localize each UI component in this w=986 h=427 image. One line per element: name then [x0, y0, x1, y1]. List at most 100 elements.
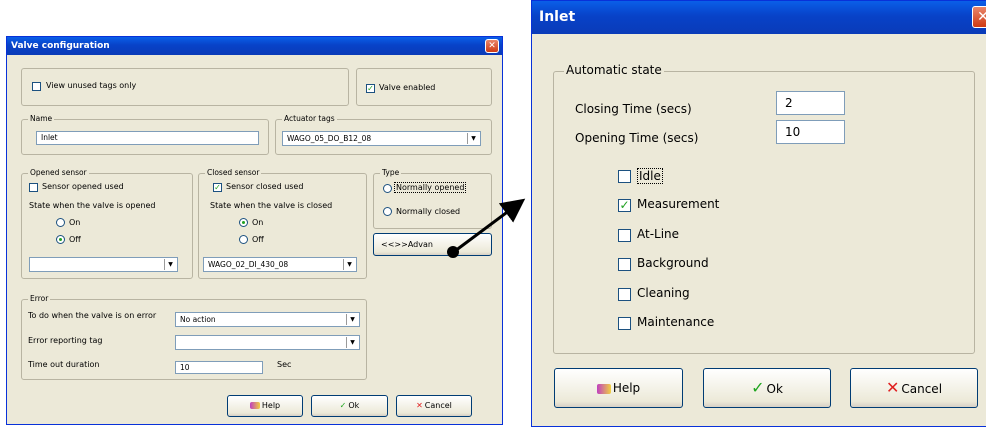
- closing-time-label: Closing Time (secs): [575, 102, 692, 116]
- opened-off-label: Off: [69, 235, 81, 244]
- opened-on-label: On: [69, 218, 81, 227]
- valve-config-titlebar: Valve configuration ✕: [7, 37, 502, 55]
- normally-closed-radio[interactable]: [383, 207, 392, 216]
- name-group: Name Inlet: [21, 114, 269, 155]
- cancel-label: Cancel: [424, 401, 452, 410]
- opening-time-field[interactable]: 10: [776, 120, 845, 144]
- close-icon[interactable]: ✕: [485, 39, 499, 53]
- chevron-down-icon[interactable]: ▼: [346, 314, 358, 325]
- cancel-x-icon: ✕: [416, 401, 423, 410]
- help-button[interactable]: Help: [227, 395, 303, 417]
- state-checkbox[interactable]: ✓: [618, 199, 631, 212]
- help-label: Help: [261, 401, 281, 410]
- view-unused-checkbox[interactable]: [32, 82, 41, 91]
- state-label: Background: [637, 256, 709, 270]
- error-action-dropdown[interactable]: No action ▼: [175, 312, 360, 327]
- error-tag-label: Error reporting tag: [28, 336, 103, 345]
- chevron-down-icon[interactable]: ▼: [346, 337, 358, 348]
- closed-off-radio[interactable]: [239, 235, 248, 244]
- normally-opened-label: Normally opened: [394, 182, 467, 193]
- closed-state-label: State when the valve is closed: [210, 201, 333, 210]
- opening-time-label: Opening Time (secs): [575, 131, 699, 145]
- valve-config-title: Valve configuration: [11, 41, 110, 51]
- cancel-button[interactable]: ✕ Cancel: [396, 395, 472, 417]
- closing-time-field[interactable]: 2: [776, 91, 845, 115]
- opened-sensor-used-label: Sensor opened used: [42, 182, 124, 191]
- normally-opened-radio[interactable]: [383, 184, 392, 193]
- state-label: Measurement: [637, 197, 720, 211]
- name-field[interactable]: Inlet: [36, 131, 259, 145]
- inlet-title: Inlet: [539, 9, 576, 25]
- closed-sensor-tag-dropdown[interactable]: WAGO_02_DI_430_08 ▼: [203, 257, 357, 272]
- state-label: Idle: [637, 168, 663, 184]
- valve-enabled-checkbox[interactable]: ✓: [366, 84, 375, 93]
- actuator-tags-dropdown[interactable]: WAGO_05_DO_B12_08 ▼: [282, 131, 481, 146]
- name-group-title: Name: [28, 114, 55, 123]
- timeout-unit: Sec: [277, 360, 292, 369]
- timeout-label: Time out duration: [28, 360, 100, 369]
- valve-configuration-dialog: Valve configuration ✕ View unused tags o…: [6, 36, 503, 425]
- advanced-button[interactable]: <<>>Advan: [373, 233, 492, 256]
- checkmark-icon: ✓: [339, 401, 347, 410]
- advanced-label: Advan: [407, 240, 433, 249]
- valve-enabled-label: Valve enabled: [379, 83, 436, 92]
- help-button[interactable]: Help: [554, 368, 683, 408]
- type-group: Type Normally opened Normally closed: [373, 168, 492, 229]
- view-unused-label: View unused tags only: [46, 81, 137, 90]
- error-action-label: To do when the valve is on error: [28, 311, 157, 320]
- chevron-down-icon[interactable]: ▼: [164, 259, 176, 270]
- error-tag-dropdown[interactable]: ▼: [175, 335, 360, 350]
- help-icon: [249, 402, 260, 409]
- state-label: Maintenance: [637, 315, 715, 329]
- ok-label: Ok: [348, 401, 360, 410]
- checkmark-icon: ✓: [751, 378, 765, 397]
- ok-button[interactable]: ✓ Ok: [703, 368, 831, 408]
- ok-button[interactable]: ✓ Ok: [311, 395, 388, 417]
- inlet-titlebar: Inlet ✕: [532, 1, 986, 34]
- cancel-label: Cancel: [901, 382, 943, 396]
- view-unused-group: View unused tags only: [21, 68, 349, 106]
- timeout-field[interactable]: 10: [175, 361, 263, 374]
- type-group-title: Type: [380, 168, 402, 177]
- cancel-x-icon: ✕: [885, 378, 900, 397]
- error-action-value: No action: [180, 315, 216, 324]
- opened-state-label: State when the valve is opened: [29, 201, 156, 210]
- error-group-title: Error: [28, 294, 51, 303]
- closed-sensor-used-label: Sensor closed used: [226, 182, 304, 191]
- automatic-state-title: Automatic state: [564, 63, 664, 77]
- state-label: At-Line: [637, 227, 680, 241]
- advanced-icon: <<>>: [381, 240, 408, 249]
- help-label: Help: [612, 381, 641, 395]
- closed-sensor-used-checkbox[interactable]: ✓: [213, 183, 222, 192]
- help-icon: [596, 383, 611, 394]
- closed-off-label: Off: [252, 235, 264, 244]
- normally-closed-label: Normally closed: [396, 207, 461, 216]
- state-label: Cleaning: [637, 286, 690, 300]
- chevron-down-icon[interactable]: ▼: [467, 133, 479, 144]
- state-checkbox[interactable]: [618, 258, 631, 271]
- actuator-group-title: Actuator tags: [282, 114, 337, 123]
- state-checkbox[interactable]: [618, 317, 631, 330]
- ok-label: Ok: [766, 382, 783, 396]
- opened-sensor-tag-dropdown[interactable]: ▼: [29, 257, 178, 272]
- opened-off-radio[interactable]: [56, 235, 65, 244]
- opened-group-title: Opened sensor: [28, 168, 89, 177]
- opened-sensor-used-checkbox[interactable]: [29, 183, 38, 192]
- opened-on-radio[interactable]: [56, 218, 65, 227]
- state-checkbox[interactable]: [618, 288, 631, 301]
- chevron-down-icon[interactable]: ▼: [343, 259, 355, 270]
- closed-on-label: On: [252, 218, 264, 227]
- close-icon[interactable]: ✕: [972, 6, 986, 28]
- closed-on-radio[interactable]: [239, 218, 248, 227]
- valve-enabled-group: ✓ Valve enabled: [356, 68, 492, 106]
- state-checkbox[interactable]: [618, 170, 631, 183]
- actuator-tags-value: WAGO_05_DO_B12_08: [287, 134, 372, 143]
- closed-group-title: Closed sensor: [205, 168, 262, 177]
- error-group: Error To do when the valve is on error N…: [21, 294, 367, 380]
- state-checkbox[interactable]: [618, 229, 631, 242]
- actuator-tags-group: Actuator tags WAGO_05_DO_B12_08 ▼: [275, 114, 492, 155]
- inlet-dialog: Inlet ✕ Automatic state Closing Time (se…: [531, 0, 986, 427]
- automatic-state-group: Automatic state Closing Time (secs) 2 Op…: [553, 63, 975, 354]
- cancel-button[interactable]: ✕ Cancel: [850, 368, 978, 408]
- closed-sensor-tag-value: WAGO_02_DI_430_08: [208, 260, 289, 269]
